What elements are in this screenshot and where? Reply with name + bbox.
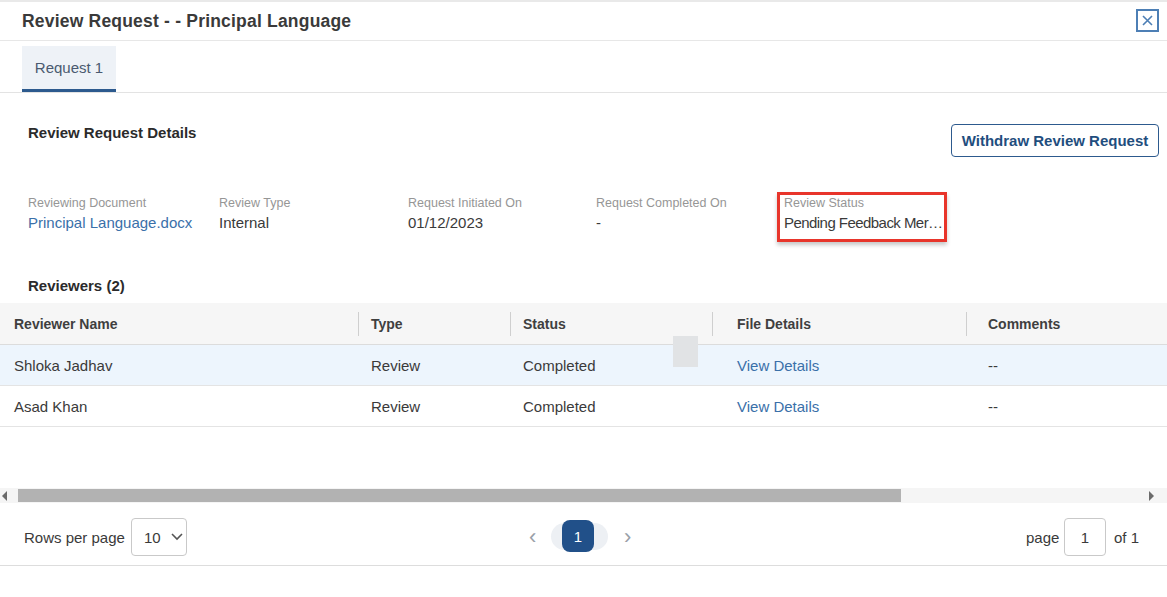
detail-field: Review Type Internal <box>219 196 290 231</box>
scroll-left-arrow-icon[interactable] <box>2 491 7 501</box>
detail-field: Request Initiated On 01/12/2023 <box>408 196 522 231</box>
scroll-handle[interactable] <box>673 336 698 367</box>
table-row: Shloka JadhavReviewCompletedView Details… <box>0 345 1167 386</box>
page-label: page <box>1026 529 1059 546</box>
detail-field-label: Request Initiated On <box>408 196 522 210</box>
column-header: Reviewer Name <box>0 303 358 344</box>
table-cell-comments: -- <box>967 386 1167 426</box>
table-cell-type: Review <box>358 386 510 426</box>
tab-request-1[interactable]: Request 1 <box>22 46 116 92</box>
reviewers-table: Reviewer NameTypeStatusFile DetailsComme… <box>0 303 1167 427</box>
rows-per-page-select[interactable]: 10 <box>131 518 187 556</box>
detail-field-label: Reviewing Document <box>28 196 192 210</box>
previous-page-chevron[interactable]: ‹ <box>529 524 536 550</box>
column-divider <box>712 312 713 336</box>
page-1-button[interactable]: 1 <box>562 520 594 552</box>
scroll-right-arrow-icon[interactable] <box>1149 491 1154 501</box>
view-details-link[interactable]: View Details <box>737 357 819 374</box>
detail-field-value: Internal <box>219 214 290 231</box>
table-cell-status: Completed <box>510 386 713 426</box>
detail-field-label: Request Completed On <box>596 196 727 210</box>
table-header-row: Reviewer NameTypeStatusFile DetailsComme… <box>0 303 1167 345</box>
column-divider <box>510 312 511 336</box>
table-cell-name: Shloka Jadhav <box>0 345 358 385</box>
detail-field-label: Review Status <box>784 196 943 210</box>
chevron-down-icon <box>171 533 183 541</box>
tabbar-divider <box>0 92 1167 93</box>
withdraw-review-request-button[interactable]: Withdraw Review Request <box>951 124 1159 157</box>
table-cell-type: Review <box>358 345 510 385</box>
detail-field-value: Pending Feedback Mer… <box>784 214 943 231</box>
detail-field: Review Status Pending Feedback Mer… <box>784 196 943 231</box>
reviewers-heading: Reviewers (2) <box>28 277 125 294</box>
tab-label: Request 1 <box>35 59 103 76</box>
close-button[interactable] <box>1136 9 1159 32</box>
page-number-input[interactable] <box>1064 518 1106 556</box>
details-heading: Review Request Details <box>28 124 196 141</box>
reviewing-document-link[interactable]: Principal Language.docx <box>28 214 192 231</box>
column-divider <box>966 312 967 336</box>
detail-field-value: - <box>596 214 727 231</box>
detail-field-value: 01/12/2023 <box>408 214 522 231</box>
table-row: Asad KhanReviewCompleted View Details -- <box>0 386 1167 427</box>
close-icon <box>1142 15 1153 26</box>
horizontal-scrollbar[interactable] <box>0 488 1167 503</box>
detail-field: Request Completed On - <box>596 196 727 231</box>
table-cell-comments: -- <box>967 345 1167 385</box>
column-header: Type <box>358 303 510 344</box>
column-divider <box>358 312 359 336</box>
detail-field: Reviewing Document Principal Language.doc… <box>28 196 192 231</box>
dialog-title: Review Request - - Principal Language <box>22 11 351 32</box>
table-cell-file_details: View Details <box>713 345 967 385</box>
rows-per-page-label: Rows per page <box>24 529 125 546</box>
detail-field-label: Review Type <box>219 196 290 210</box>
dialog-titlebar: Review Request - - Principal Language <box>0 0 1167 41</box>
scrollbar-thumb[interactable] <box>18 489 901 502</box>
bottom-divider <box>0 565 1167 566</box>
next-page-chevron[interactable]: › <box>624 524 631 550</box>
column-header: File Details <box>713 303 967 344</box>
page-of-label: of 1 <box>1114 529 1139 546</box>
table-cell-name: Asad Khan <box>0 386 358 426</box>
rows-per-page-value: 10 <box>132 529 161 546</box>
table-cell-file_details: View Details <box>713 386 967 426</box>
column-header: Comments <box>967 303 1167 344</box>
view-details-link[interactable]: View Details <box>737 398 819 415</box>
